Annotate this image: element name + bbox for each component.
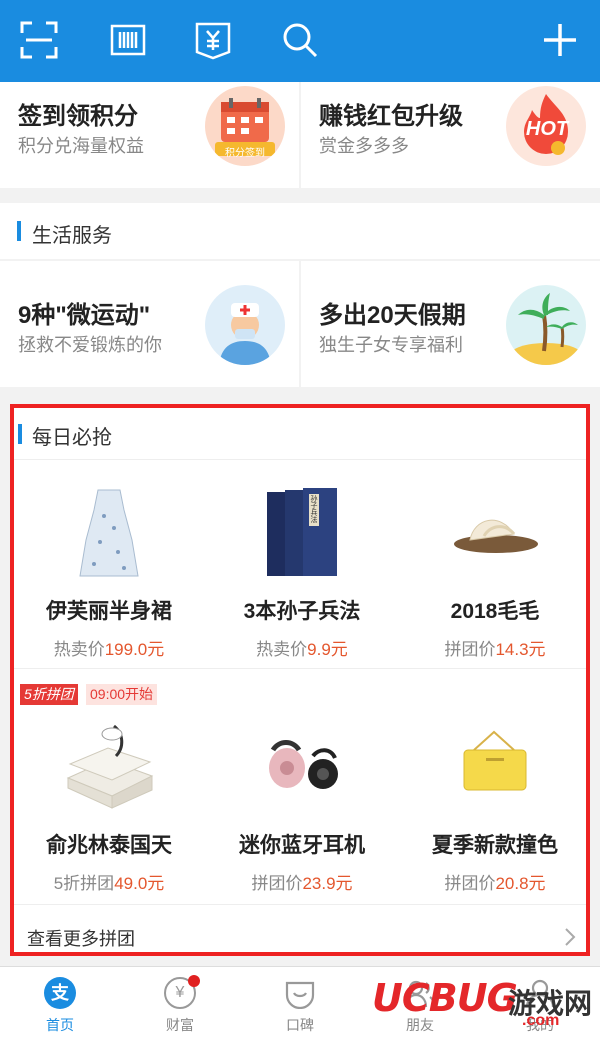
service-title: 多出20天假期 [319, 302, 466, 329]
pillow-image [54, 720, 164, 815]
product-price: 热卖价9.9元 [256, 640, 348, 659]
wealth-icon-glyph: ¥ [175, 984, 185, 1001]
nav-mine[interactable]: 我的 [480, 967, 600, 1039]
nav-koubei[interactable]: 口碑 [240, 967, 360, 1039]
product-price: 拼团价23.9元 [251, 874, 353, 893]
product-price: 热卖价199.0元 [53, 640, 165, 659]
scan-icon[interactable] [17, 18, 61, 62]
profile-icon [525, 979, 555, 1008]
nav-home[interactable]: 支 首页 [0, 967, 120, 1039]
add-icon[interactable] [538, 18, 582, 62]
top-bar [0, 0, 600, 82]
product-item[interactable]: 迷你蓝牙耳机 拼团价23.9元 [207, 720, 397, 894]
palm-tree-icon [506, 285, 586, 365]
slipper-image [440, 486, 550, 581]
nav-label: 财富 [166, 1017, 194, 1033]
service-card-holiday[interactable]: 多出20天假期 独生子女专享福利 [301, 261, 600, 387]
koubei-icon [285, 981, 315, 1009]
bottom-nav: 支 首页 ¥ 财富 口碑 朋友 我的 [0, 966, 600, 1039]
checkin-badge-label: 积分签到 [225, 148, 265, 159]
more-group-label: 查看更多拼团 [27, 929, 135, 949]
book-cover-text: 孙子兵法 [310, 496, 318, 524]
daily-deals-section: 每日必抢 伊芙丽半身裙 热卖价199.0元 孙子兵法 3本孙子兵法 热卖价9.9… [10, 404, 590, 956]
product-item[interactable]: 夏季新款撞色 拼团价20.8元 [400, 720, 590, 894]
promo-subtitle: 积分兑海量权益 [18, 136, 144, 156]
product-name: 俞兆林泰国天 [46, 834, 172, 857]
daily-deals-header: 每日必抢 [14, 408, 586, 460]
doctor-icon [205, 285, 285, 365]
product-name: 伊芙丽半身裙 [46, 600, 172, 623]
row-divider [14, 668, 586, 669]
section-marker [18, 424, 22, 444]
promo-title: 赚钱红包升级 [319, 103, 463, 130]
promo-card-checkin[interactable]: 签到领积分 积分兑海量权益 积分签到 [0, 82, 299, 188]
product-name: 迷你蓝牙耳机 [239, 834, 365, 857]
book-set-image: 孙子兵法 [247, 486, 357, 581]
section-title: 生活服务 [32, 225, 112, 247]
nav-label: 朋友 [406, 1017, 434, 1033]
service-title: 9种"微运动" [18, 302, 151, 329]
hot-badge-label: HOT [525, 118, 569, 140]
section-title: 每日必抢 [32, 427, 112, 449]
payment-code-icon[interactable] [191, 18, 235, 62]
alipay-home-icon: 支 [44, 977, 76, 1009]
service-subtitle: 独生子女专享福利 [319, 335, 463, 355]
product-price: 拼团价20.8元 [444, 874, 546, 893]
group-start-time: 09:00开始 [86, 684, 158, 705]
product-price: 5折拼团49.0元 [53, 874, 165, 893]
product-name: 2018毛毛 [450, 600, 540, 623]
notification-dot [188, 975, 200, 987]
nav-label: 我的 [526, 1017, 554, 1033]
service-card-exercise[interactable]: 9种"微运动" 拯救不爱锻炼的你 [0, 261, 299, 387]
product-item[interactable]: 伊芙丽半身裙 热卖价199.0元 [14, 486, 204, 660]
promo-title: 签到领积分 [18, 103, 138, 130]
product-name: 夏季新款撞色 [432, 834, 558, 857]
earphone-image [247, 720, 357, 815]
service-subtitle: 拯救不爱锻炼的你 [18, 335, 162, 355]
section-marker [17, 221, 21, 241]
nav-wealth[interactable]: ¥ 财富 [120, 967, 240, 1039]
friends-icon [404, 980, 436, 1008]
handbag-image [440, 720, 550, 815]
product-item[interactable]: 2018毛毛 拼团价14.3元 [400, 486, 590, 660]
home-icon-glyph: 支 [51, 983, 69, 1003]
nav-label: 首页 [46, 1017, 74, 1033]
product-price: 拼团价14.3元 [444, 640, 546, 659]
promo-subtitle: 赏金多多多 [319, 136, 409, 156]
nav-friends[interactable]: 朋友 [360, 967, 480, 1039]
product-item[interactable]: 孙子兵法 3本孙子兵法 热卖价9.9元 [207, 486, 397, 660]
group-discount-badge: 5折拼团 [20, 684, 78, 705]
search-icon[interactable] [278, 18, 322, 62]
product-name: 3本孙子兵法 [243, 600, 361, 623]
promo-card-redpacket[interactable]: 赚钱红包升级 赏金多多多 HOT [301, 82, 600, 188]
more-group-link[interactable]: 查看更多拼团 [14, 905, 586, 952]
nav-label: 口碑 [286, 1017, 314, 1033]
life-services-header: 生活服务 [0, 203, 600, 259]
skirt-image [54, 486, 164, 581]
chevron-right-icon [565, 928, 576, 946]
product-item[interactable]: 俞兆林泰国天 5折拼团49.0元 [14, 720, 204, 894]
barcode-icon[interactable] [106, 18, 150, 62]
